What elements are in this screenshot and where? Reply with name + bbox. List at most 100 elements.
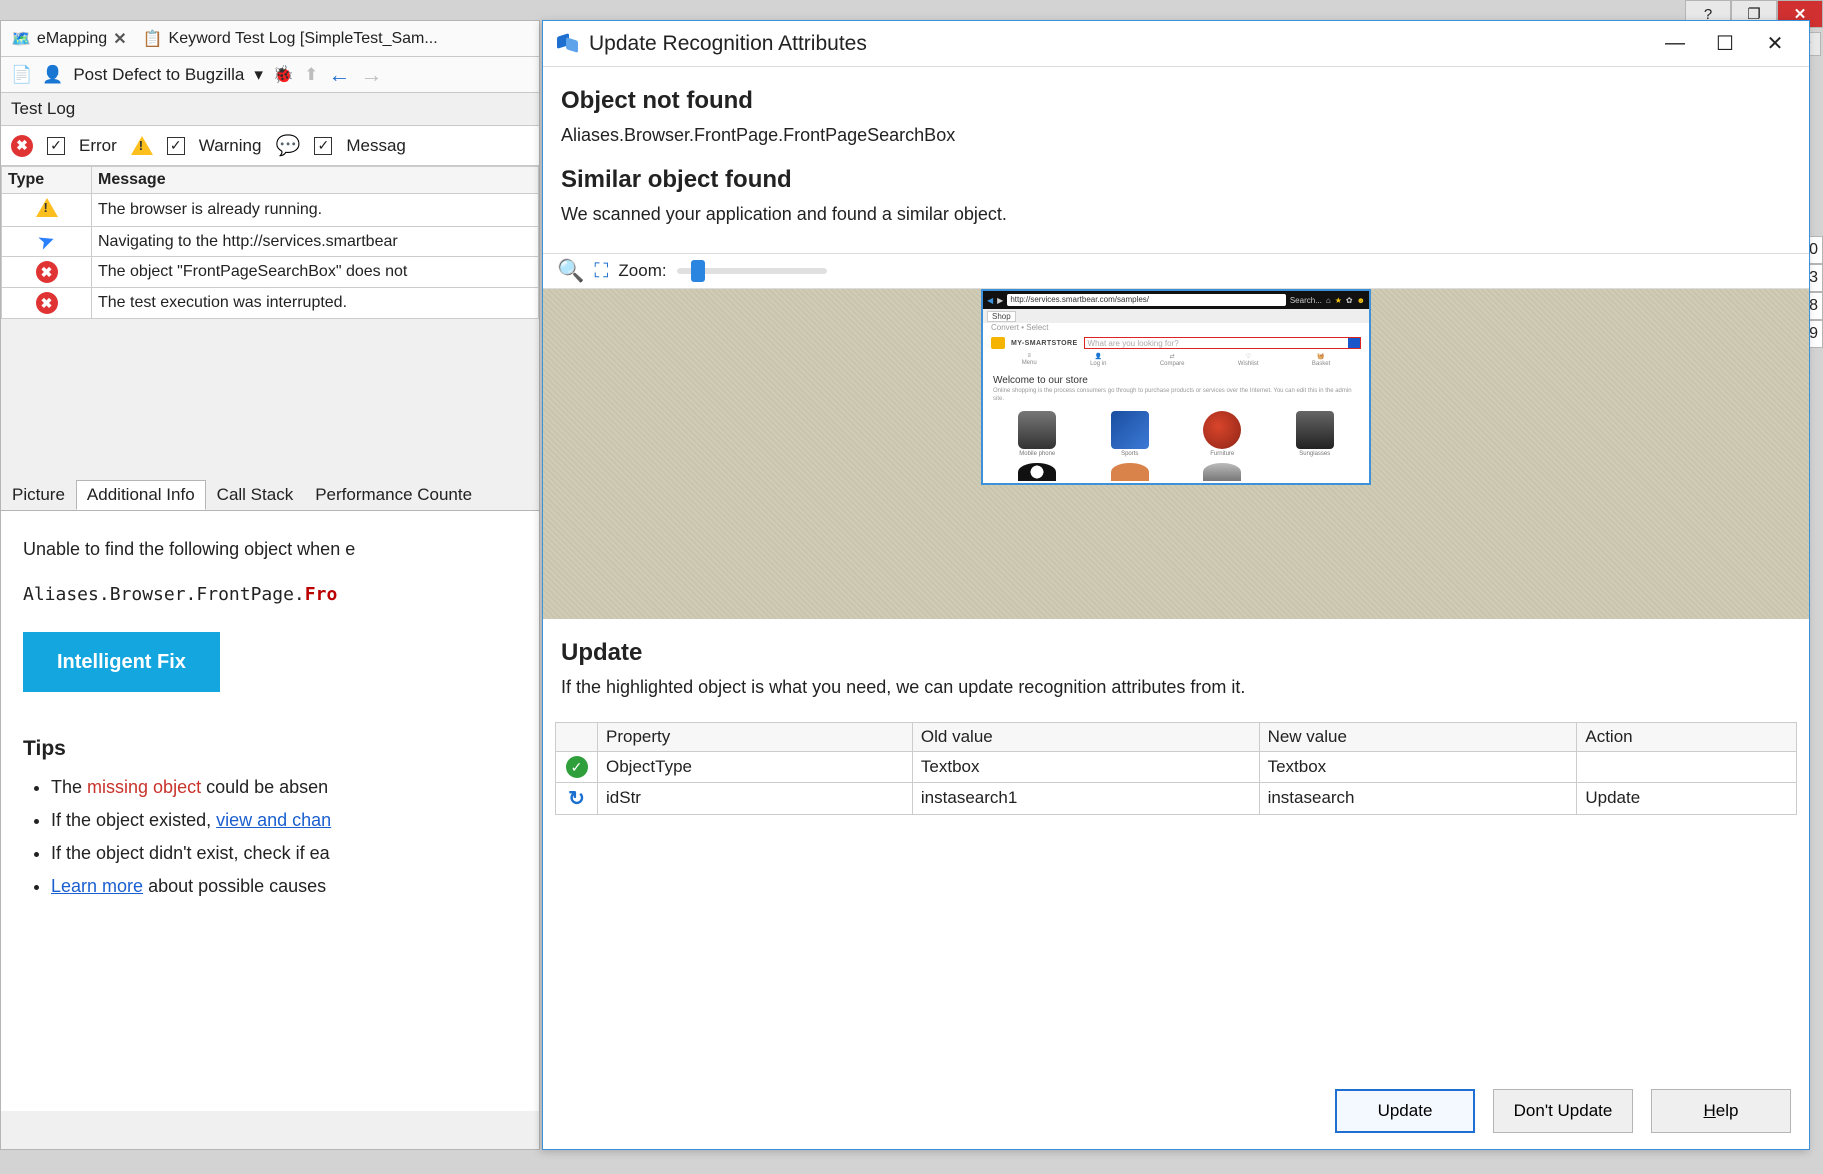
tab-label: eMapping (37, 30, 107, 48)
cell-new: instasearch (1259, 783, 1577, 815)
table-row[interactable]: ✖ The test execution was interrupted. (2, 288, 539, 319)
table-row[interactable]: The browser is already running. (2, 194, 539, 227)
user-icon[interactable]: 👤 (42, 65, 63, 85)
similar-object-heading: Similar object found (561, 166, 1791, 194)
mapping-icon: 🗺️ (11, 29, 31, 49)
table-row[interactable]: ➤ Navigating to the http://services.smar… (2, 227, 539, 257)
back-arrow-icon[interactable]: ← (328, 62, 350, 88)
store-logo-icon (991, 337, 1005, 349)
product-image (1111, 411, 1149, 449)
screenshot-preview-area: ◀ ▶ http://services.smartbear.com/sample… (543, 289, 1809, 619)
object-alias-path: Aliases.Browser.FrontPage.FrontPageSearc… (561, 125, 1791, 146)
message-checkbox[interactable] (314, 137, 332, 155)
help-button[interactable]: Help (1651, 1089, 1791, 1133)
fullscreen-icon[interactable]: ⛶ (594, 260, 608, 283)
error-icon: ✖ (36, 292, 58, 314)
minimize-icon[interactable]: — (1655, 32, 1695, 55)
cell-action (1577, 752, 1797, 783)
view-change-link[interactable]: view and chan (216, 810, 331, 830)
table-row[interactable]: ✓ ObjectType Textbox Textbox (556, 752, 1797, 783)
col-old-value[interactable]: Old value (912, 723, 1259, 752)
cell-new: Textbox (1259, 752, 1577, 783)
app-logo-icon (557, 33, 579, 55)
product-image (1018, 463, 1056, 481)
highlight-tool-icon[interactable]: 🔍 (557, 258, 584, 284)
tab-emapping[interactable]: 🗺️ eMapping ✕ (5, 29, 133, 49)
alias-missing: Fro (305, 584, 338, 605)
home-icon: ⌂ (1326, 296, 1331, 305)
intelligent-fix-button[interactable]: Intelligent Fix (23, 632, 220, 692)
export-icon[interactable]: 📄 (11, 65, 32, 85)
table-row[interactable]: ✖ The object "FrontPageSearchBox" does n… (2, 257, 539, 288)
slider-thumb[interactable] (691, 260, 705, 282)
test-log-pane: 🗺️ eMapping ✕ 📋 Keyword Test Log [Simple… (0, 20, 540, 1150)
col-action[interactable]: Action (1577, 723, 1797, 752)
list-item: Learn more about possible causes (51, 872, 517, 901)
welcome-desc: Online shopping is the process consumers… (983, 388, 1369, 409)
basket-icon: 🧺 (1317, 353, 1324, 360)
zoom-slider[interactable] (677, 268, 827, 274)
maximize-icon[interactable]: ☐ (1705, 31, 1745, 56)
learn-more-link[interactable]: Learn more (51, 876, 143, 896)
breadcrumb: Convert • Select (983, 323, 1369, 335)
dialog-footer: Update Don't Update Help (543, 1073, 1809, 1149)
warning-icon (36, 198, 58, 217)
close-icon[interactable]: ✕ (1755, 31, 1795, 56)
smile-icon: ☻ (1357, 296, 1365, 305)
nav-fwd-icon: ▶ (997, 296, 1003, 305)
search-label: Search... (1290, 296, 1322, 305)
cell-action: Update (1577, 783, 1797, 815)
col-property[interactable]: Property (598, 723, 913, 752)
check-icon: ✓ (566, 756, 588, 778)
product-image (1203, 411, 1241, 449)
tab-picture[interactable]: Picture (1, 480, 76, 510)
tab-additional-info[interactable]: Additional Info (76, 480, 206, 510)
bug-icon[interactable]: 🐞 (273, 65, 294, 85)
tips-heading: Tips (23, 732, 517, 766)
message-label: Messag (346, 136, 406, 156)
dialog-title: Update Recognition Attributes (589, 32, 867, 56)
user-icon: 👤 (1095, 353, 1102, 360)
list-item: If the object didn't exist, check if ea (51, 839, 517, 868)
error-checkbox[interactable] (47, 137, 65, 155)
update-button[interactable]: Update (1335, 1089, 1475, 1133)
log-message: Navigating to the http://services.smartb… (92, 227, 539, 257)
dialog-titlebar: Update Recognition Attributes — ☐ ✕ (543, 21, 1809, 67)
tab-call-stack[interactable]: Call Stack (206, 480, 305, 510)
heart-icon: ♡ (1246, 353, 1251, 360)
alias-prefix: Aliases.Browser.FrontPage. (23, 584, 305, 605)
log-filter-bar: ✖ Error Warning 💬 Messag (1, 126, 539, 166)
message-icon: 💬 (275, 133, 300, 158)
chevron-down-icon[interactable]: ▾ (254, 65, 263, 85)
up-arrow-icon[interactable]: ⬆ (304, 65, 318, 85)
update-desc: If the highlighted object is what you ne… (561, 677, 1791, 698)
tab-keyword-log[interactable]: 📋 Keyword Test Log [SimpleTest_Sam... (137, 29, 444, 49)
product-image (1111, 463, 1149, 481)
error-icon: ✖ (36, 261, 58, 283)
col-type[interactable]: Type (2, 167, 92, 194)
log-message: The browser is already running. (92, 194, 539, 227)
log-toolbar: 📄 👤 Post Defect to Bugzilla ▾ 🐞 ⬆ ← → (1, 57, 539, 93)
cell-old: Textbox (912, 752, 1259, 783)
close-icon[interactable]: ✕ (113, 29, 126, 49)
table-row[interactable]: ↻ idStr instasearch1 instasearch Update (556, 783, 1797, 815)
tab-performance[interactable]: Performance Counte (304, 480, 483, 510)
detail-sub-tabs: Picture Additional Info Call Stack Perfo… (1, 479, 539, 511)
update-attributes-table: Property Old value New value Action ✓ Ob… (555, 722, 1797, 815)
compare-icon: ⇄ (1170, 353, 1175, 360)
post-defect-button[interactable]: Post Defect to Bugzilla (73, 65, 244, 85)
error-icon: ✖ (11, 135, 33, 157)
browser-tab: Shop (987, 311, 1016, 322)
cursor-icon: ➤ (36, 229, 57, 254)
url-box: http://services.smartbear.com/samples/ (1007, 294, 1286, 306)
editor-tabs: 🗺️ eMapping ✕ 📋 Keyword Test Log [Simple… (1, 21, 539, 57)
cell-old: instasearch1 (912, 783, 1259, 815)
col-message[interactable]: Message (92, 167, 539, 194)
col-new-value[interactable]: New value (1259, 723, 1577, 752)
dont-update-button[interactable]: Don't Update (1493, 1089, 1633, 1133)
log-message: The test execution was interrupted. (92, 288, 539, 319)
forward-arrow-icon[interactable]: → (360, 62, 382, 88)
error-label: Error (79, 136, 117, 156)
preview-toolbar: 🔍 ⛶ Zoom: (543, 253, 1809, 289)
warning-checkbox[interactable] (167, 137, 185, 155)
